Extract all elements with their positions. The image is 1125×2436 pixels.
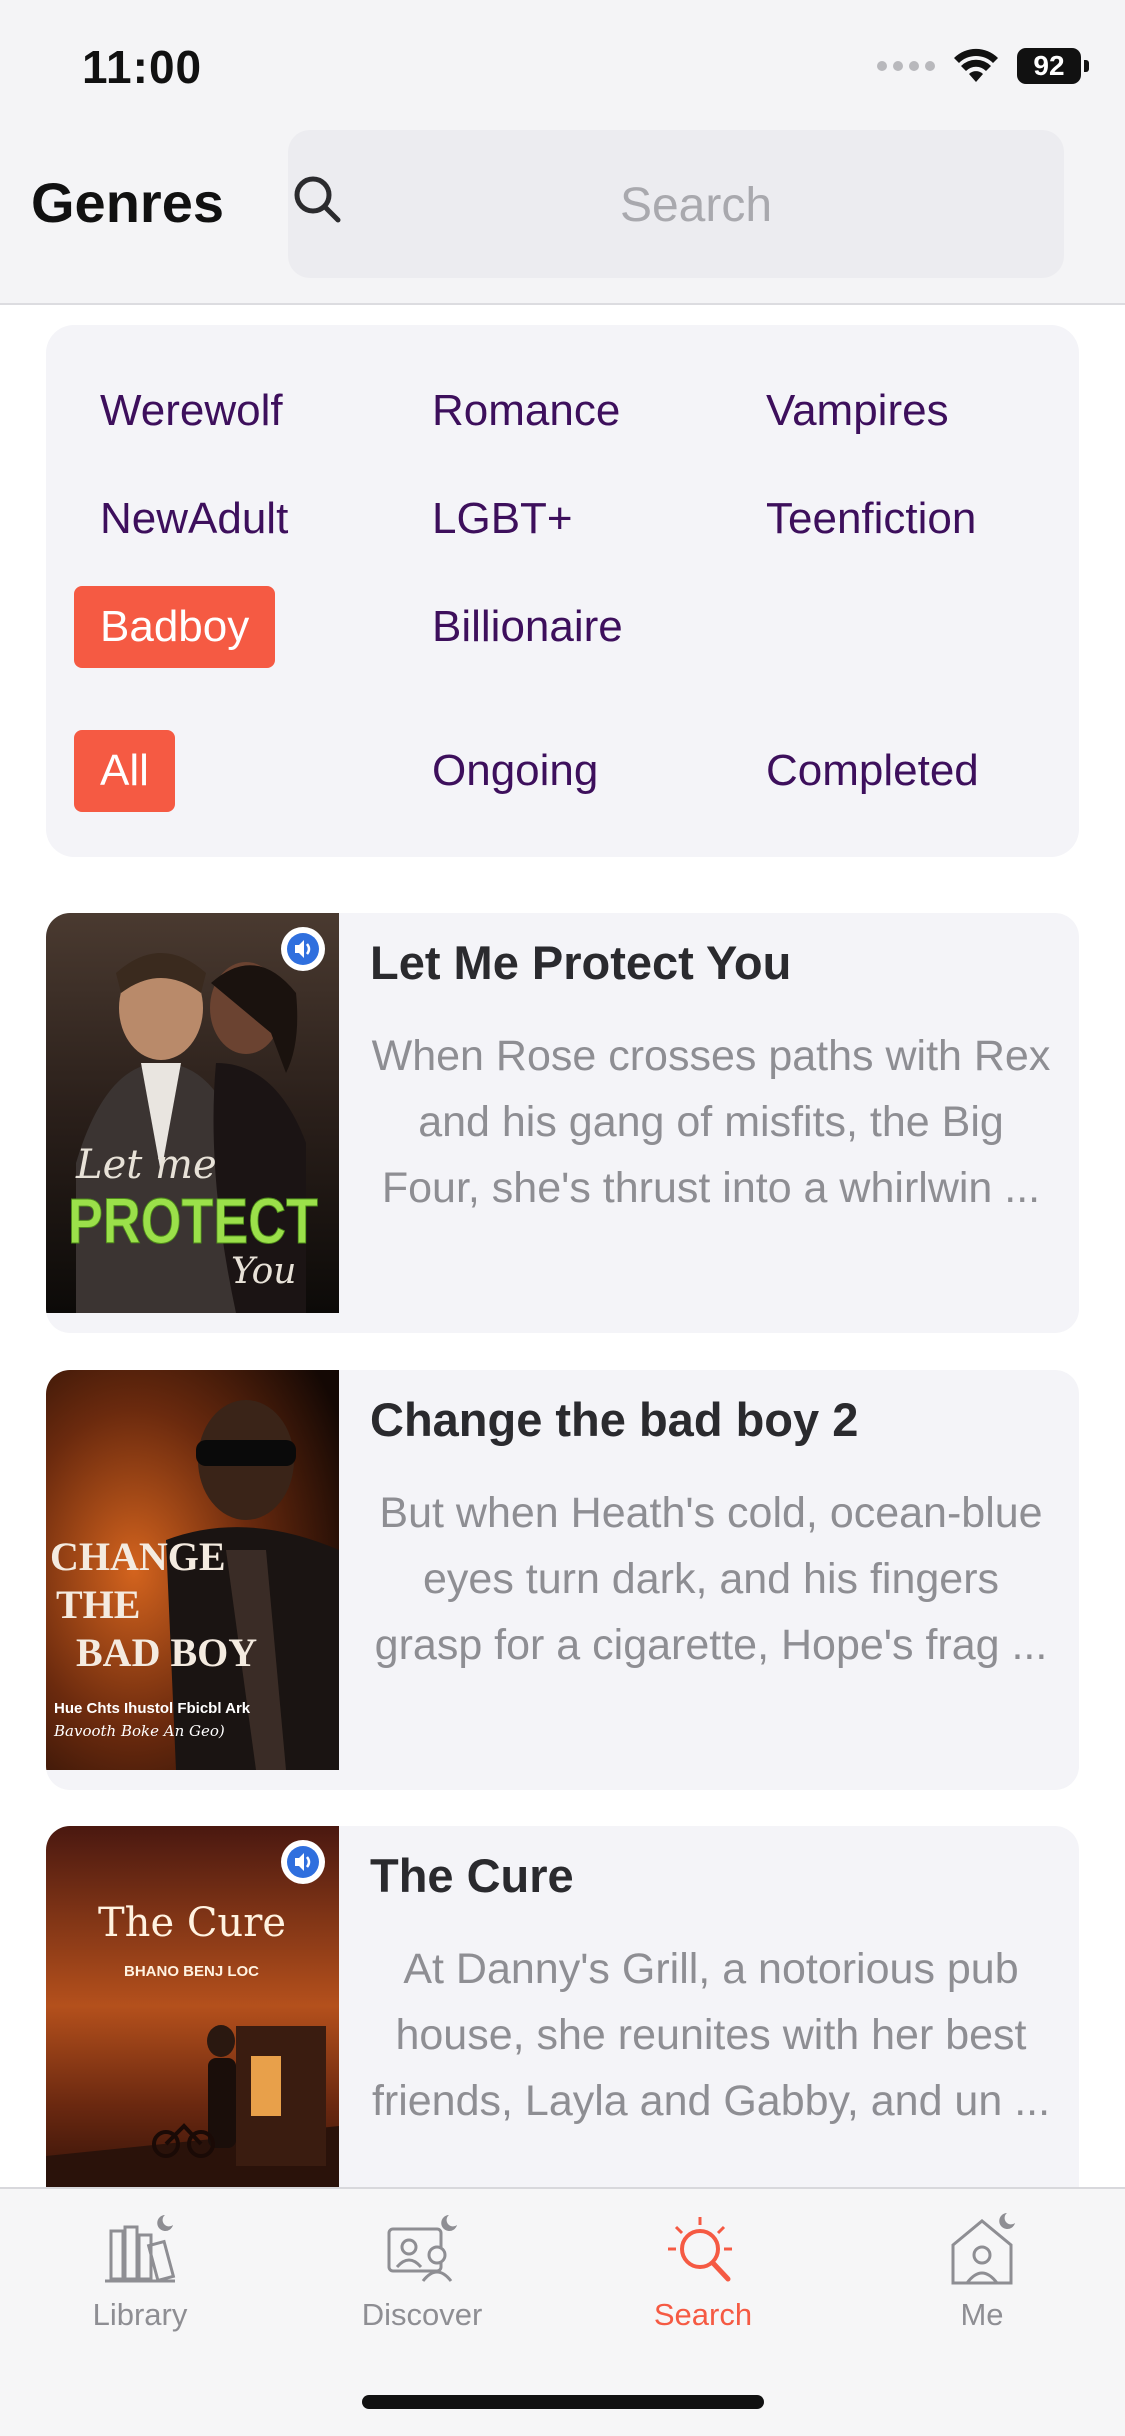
audio-badge-icon [281, 927, 325, 971]
status-filter-all[interactable]: All [74, 730, 175, 812]
cover-text: The Cure [98, 1900, 286, 1946]
cover-text: PROTECT [68, 1185, 318, 1257]
book-description: When Rose crosses paths with Rex and his… [371, 1032, 1051, 1212]
genre-chip-werewolf[interactable]: Werewolf [74, 370, 309, 452]
tab-library[interactable]: Library [40, 2205, 240, 2355]
genre-chip-newadult[interactable]: NewAdult [74, 478, 314, 560]
book-list-item[interactable]: CHANGE THE BAD BOY Hue Chts Ihustol Fbic… [46, 1370, 1079, 1790]
cover-text: Let me [75, 1142, 217, 1188]
tab-label: Library [92, 2297, 188, 2332]
genre-chip-billionaire[interactable]: Billionaire [406, 586, 649, 668]
status-bar: 11:00 92 [0, 0, 1125, 130]
search-placeholder: Search [619, 179, 773, 232]
book-list-item[interactable]: Let me PROTECT You Let Me Protect You Wh… [46, 913, 1079, 1333]
tab-discover[interactable]: Discover [322, 2205, 522, 2355]
audio-badge-icon [281, 1840, 325, 1884]
genre-chip-lgbt[interactable]: LGBT+ [406, 478, 599, 560]
header: Genres Search [0, 130, 1125, 305]
cover-text: CHANGE [50, 1534, 226, 1579]
cover-text: THE [56, 1582, 140, 1627]
book-title: The Cure [370, 1849, 574, 1902]
book-cover: The Cure BHANO BENJ LOC [46, 1826, 339, 2226]
genre-chip-teenfiction[interactable]: Teenfiction [740, 478, 1002, 560]
genre-chip-romance[interactable]: Romance [406, 370, 646, 452]
cellular-signal-icon [877, 61, 935, 71]
book-description: At Danny's Grill, a notorious pub house,… [371, 1945, 1051, 2125]
profile-icon [951, 2213, 1015, 2285]
genre-chip-badboy[interactable]: Badboy [74, 586, 276, 668]
home-indicator [362, 2395, 764, 2409]
tab-label: Me [960, 2297, 1004, 2332]
book-description: But when Heath's cold, ocean-blue eyes t… [374, 1489, 1048, 1669]
discover-icon [387, 2215, 457, 2282]
genre-chip-vampires[interactable]: Vampires [740, 370, 975, 452]
battery-level: 92 [1033, 50, 1065, 81]
book-cover: Let me PROTECT You [46, 913, 339, 1313]
cover-text: You [231, 1251, 297, 1292]
book-title: Let Me Protect You [370, 936, 792, 989]
tab-me[interactable]: Me [882, 2205, 1082, 2355]
book-list-item[interactable]: The Cure BHANO BENJ LOC The Cure At Dann… [46, 1826, 1079, 2226]
library-icon [105, 2215, 176, 2283]
search-tab-icon [668, 2217, 732, 2282]
book-cover: CHANGE THE BAD BOY Hue Chts Ihustol Fbic… [46, 1370, 339, 1770]
book-title: Change the bad boy 2 [370, 1393, 859, 1446]
status-filter-completed[interactable]: Completed [740, 730, 1005, 812]
tab-search[interactable]: Search [603, 2205, 803, 2355]
search-input[interactable]: Search [288, 130, 1064, 278]
tab-label: Search [653, 2297, 753, 2332]
cover-text: Hue Chts Ihustol Fbicbl Ark [54, 1700, 251, 1717]
cover-text: BAD BOY [76, 1630, 257, 1675]
status-indicators: 92 [877, 48, 1089, 84]
tab-label: Discover [361, 2297, 483, 2332]
status-filter-ongoing[interactable]: Ongoing [406, 730, 624, 812]
cover-text: Bavooth Boke An Geo) [53, 1722, 225, 1740]
genre-filter-panel: Werewolf Romance Vampires NewAdult LGBT+… [46, 325, 1079, 857]
status-time: 11:00 [82, 41, 203, 93]
page-title: Genres [31, 171, 224, 234]
battery-icon: 92 [1017, 48, 1089, 84]
wifi-icon [954, 48, 998, 82]
cover-text: BHANO BENJ LOC [124, 1963, 259, 1980]
